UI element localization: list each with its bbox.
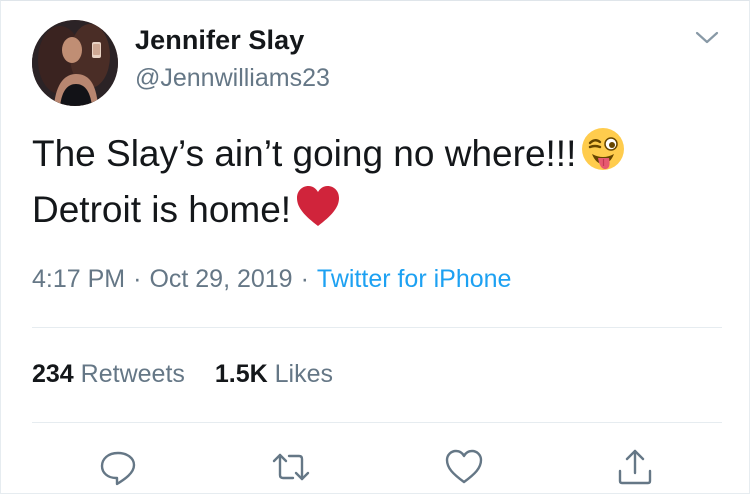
reply-button[interactable] [98,447,138,487]
retweets-label: Retweets [80,360,185,388]
tweet-time[interactable]: 4:17 PM [32,265,125,293]
tweet-source-link[interactable]: Twitter for iPhone [317,265,512,293]
retweets-count: 234 [32,360,74,388]
likes-label: Likes [274,360,334,388]
like-button[interactable] [444,447,484,487]
reply-icon [100,451,136,486]
likes-stat[interactable]: 1.5K Likes [215,360,333,389]
red-heart-emoji-icon [295,184,341,240]
tweet-line-2: Detroit is home! [32,184,722,240]
display-name[interactable]: Jennifer Slay [135,25,304,56]
tweet-line-1: The Slay’s ain’t going no where!!! [32,126,722,184]
tweet-stats: 234 Retweets 1.5K Likes [32,360,333,389]
retweet-icon [272,453,310,481]
tweet-date[interactable]: Oct 29, 2019 [149,265,292,293]
meta-separator: · [133,265,142,293]
tweet-line-1-text: The Slay’s ain’t going no where!!! [32,133,577,174]
retweet-button[interactable] [271,447,311,487]
chevron-down-icon[interactable] [694,29,720,47]
avatar[interactable] [32,20,118,106]
retweets-stat[interactable]: 234 Retweets [32,360,185,389]
share-icon [618,449,652,485]
tweet-line-2-text: Detroit is home! [32,189,292,230]
likes-count: 1.5K [214,360,268,388]
tweet-card: Jennifer Slay @Jennwilliams23 The Slay’s… [0,0,750,494]
share-button[interactable] [615,447,655,487]
divider [32,327,722,328]
tweet-meta: 4:17 PM · Oct 29, 2019 · Twitter for iPhone [32,265,511,294]
avatar-photo [32,20,118,106]
winking-face-with-tongue-emoji-icon [580,126,626,184]
meta-separator: · [300,265,309,293]
divider [32,422,722,423]
heart-icon [445,449,483,484]
tweet-text: The Slay’s ain’t going no where!!! Detro… [32,126,722,240]
user-handle[interactable]: @Jennwilliams23 [135,64,330,93]
